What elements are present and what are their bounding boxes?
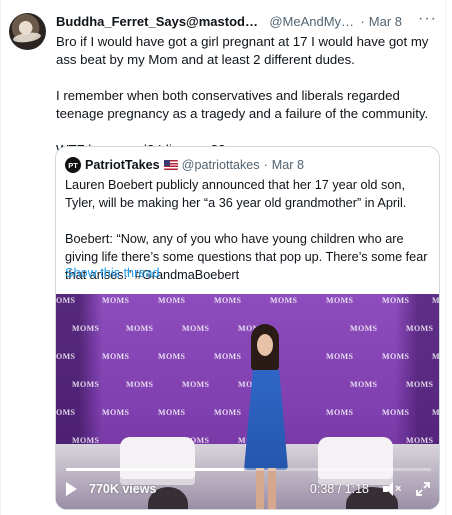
moms-logo-text: MOMS bbox=[182, 380, 210, 389]
play-icon[interactable] bbox=[66, 482, 77, 496]
moms-logo-text: MOMS bbox=[56, 408, 76, 417]
moms-logo-text: MOMS bbox=[326, 352, 354, 361]
moms-logo-text: MOMS bbox=[214, 296, 242, 305]
timeline-border-left bbox=[0, 0, 1, 515]
moms-logo-text: MOMS bbox=[102, 352, 130, 361]
video-controls: 770K views 0:38 / 1:18 × bbox=[56, 474, 439, 504]
us-flag-icon bbox=[163, 160, 178, 170]
moms-logo-text: MOMS bbox=[72, 324, 100, 333]
quoted-separator: · bbox=[263, 158, 268, 172]
moms-logo-text: MOMS bbox=[214, 408, 242, 417]
video-player[interactable]: MOMS MOMS MOMS MOMS MOMS MOMS MOMS MOMS MOMS MOMS… bbox=[56, 294, 440, 509]
tweet-text: Bro if I would have got a girl pregnant … bbox=[56, 34, 429, 157]
author-display-name[interactable]: Buddha_Ferret_Says@mastodon.world... bbox=[56, 14, 265, 29]
moms-logo-text: MOMS bbox=[382, 296, 410, 305]
moms-logo-text: MOMS bbox=[182, 324, 210, 333]
moms-logo-text: MOMS bbox=[72, 380, 100, 389]
moms-logo-text: MOMS bbox=[158, 296, 186, 305]
moms-logo-text: MOMS bbox=[326, 408, 354, 417]
moms-logo-text: MOMS bbox=[432, 408, 440, 417]
quoted-tweet-header: PT PatriotTakes @patriottakes · Mar 8 bbox=[65, 156, 304, 174]
fullscreen-icon[interactable] bbox=[415, 481, 431, 497]
moms-logo-text: MOMS bbox=[382, 408, 410, 417]
video-view-count: 770K views bbox=[89, 482, 157, 496]
quoted-handle[interactable]: @patriottakes bbox=[182, 158, 260, 172]
avatar[interactable] bbox=[9, 13, 46, 50]
moms-logo-text: MOMS bbox=[350, 324, 378, 333]
video-progress-fill bbox=[66, 468, 244, 471]
quoted-avatar[interactable]: PT bbox=[65, 157, 81, 173]
moms-logo-text: MOMS bbox=[214, 352, 242, 361]
video-time: 0:38 / 1:18 bbox=[309, 482, 369, 496]
moms-logo-text: MOMS bbox=[102, 296, 130, 305]
quoted-tweet-card[interactable]: PT PatriotTakes @patriottakes · Mar 8 La… bbox=[55, 146, 440, 510]
timeline-border-right bbox=[445, 0, 446, 515]
header-separator: · bbox=[360, 14, 365, 29]
moms-logo-text: MOMS bbox=[270, 296, 298, 305]
more-horizontal-icon[interactable]: ··· bbox=[418, 11, 436, 31]
moms-logo-text: MOMS bbox=[432, 296, 440, 305]
quoted-timestamp[interactable]: Mar 8 bbox=[272, 158, 304, 172]
author-handle[interactable]: @MeAndMyFerr... bbox=[269, 14, 356, 29]
moms-logo-text: MOMS bbox=[56, 352, 76, 361]
moms-logo-text: MOMS bbox=[158, 352, 186, 361]
moms-logo-text: MOMS bbox=[406, 324, 434, 333]
quoted-display-name[interactable]: PatriotTakes bbox=[85, 158, 160, 172]
moms-logo-text: MOMS bbox=[126, 324, 154, 333]
moms-logo-text: MOMS bbox=[326, 296, 354, 305]
moms-logo-text: MOMS bbox=[406, 380, 434, 389]
moms-logo-text: MOMS bbox=[56, 296, 76, 305]
moms-logo-text: MOMS bbox=[350, 380, 378, 389]
moms-logo-text: MOMS bbox=[382, 352, 410, 361]
moms-logo-text: MOMS bbox=[432, 352, 440, 361]
tweet-header: Buddha_Ferret_Says@mastodon.world... @Me… bbox=[56, 14, 402, 32]
video-progress-bar[interactable] bbox=[66, 468, 431, 471]
show-thread-link[interactable]: Show this thread bbox=[65, 266, 160, 280]
moms-logo-text: MOMS bbox=[102, 408, 130, 417]
moms-logo-text: MOMS bbox=[158, 408, 186, 417]
volume-muted-icon[interactable]: × bbox=[383, 481, 403, 497]
moms-logo-text: MOMS bbox=[126, 380, 154, 389]
tweet-timestamp[interactable]: Mar 8 bbox=[369, 14, 402, 29]
